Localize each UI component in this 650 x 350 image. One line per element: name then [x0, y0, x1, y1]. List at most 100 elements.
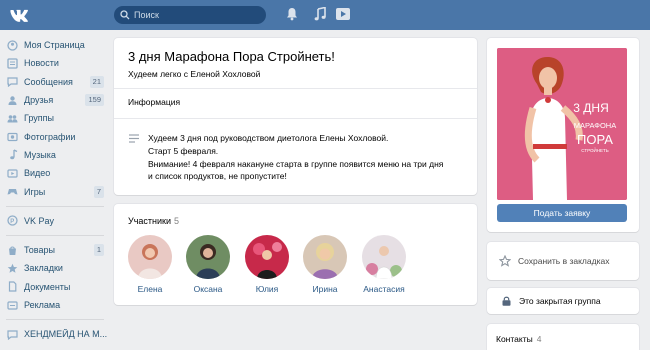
community-icon [6, 328, 18, 340]
contacts-card: Контакты 4 [487, 324, 639, 350]
description-icon [129, 134, 139, 143]
sidebar-item-label: VK Pay [24, 215, 55, 226]
card-divider [114, 88, 477, 89]
search-icon [120, 10, 130, 20]
member-item[interactable]: Оксана [183, 235, 233, 294]
documents-icon [6, 281, 18, 293]
group-description: Худеем 3 дня под руководством диетолога … [148, 132, 488, 183]
games-icon [6, 186, 18, 198]
top-header [0, 0, 650, 30]
sidebar-item-label: Моя Страница [24, 40, 85, 51]
sidebar-item-news[interactable]: Новости [0, 54, 108, 72]
messages-count-badge: 21 [89, 75, 104, 88]
contacts-label: Контакты [496, 334, 533, 344]
members-heading-label: Участники [128, 216, 171, 226]
lock-icon [502, 296, 511, 306]
group-status: Худеем легко с Еленой Хохловой [128, 69, 261, 79]
cover-text-line: МАРАФОНА [574, 121, 616, 130]
goods-icon [6, 244, 18, 256]
music-icon [6, 149, 18, 161]
avatar[interactable] [186, 235, 230, 279]
contacts-count: 4 [536, 334, 542, 344]
svg-text:P: P [10, 219, 14, 225]
contacts-heading[interactable]: Контакты 4 [496, 334, 541, 344]
sidebar-divider [6, 205, 104, 207]
star-icon [6, 262, 18, 274]
sidebar-divider [6, 234, 104, 236]
sidebar-item-label: Музыка [24, 149, 56, 160]
member-name[interactable]: Елена [125, 284, 175, 294]
avatar[interactable] [128, 235, 172, 279]
cover-text-line: ПОРА [577, 132, 613, 147]
member-item[interactable]: Анастасия [359, 235, 409, 294]
sidebar-item-goods[interactable]: Товары 1 [0, 241, 108, 259]
member-item[interactable]: Юлия [242, 235, 292, 294]
avatar[interactable] [362, 235, 406, 279]
member-name[interactable]: Оксана [183, 284, 233, 294]
cover-text-line: СТРОЙНЕТЬ [581, 146, 608, 153]
apply-button[interactable]: Подать заявку [497, 204, 627, 222]
description-line: Внимание! 4 февраля накануне старта в гр… [148, 158, 444, 169]
sidebar-item-bookmarks[interactable]: Закладки [0, 259, 108, 277]
bell-icon[interactable] [286, 7, 298, 21]
video-icon [6, 167, 18, 179]
save-bookmark-label: Сохранить в закладках [518, 256, 610, 266]
sidebar-item-music[interactable]: Музыка [0, 146, 108, 164]
member-name[interactable]: Анастасия [359, 284, 409, 294]
sidebar-item-label: Видео [24, 168, 51, 179]
description-line: Худеем 3 дня под руководством диетолога … [148, 133, 389, 143]
sidebar-item-games[interactable]: Игры 7 [0, 182, 108, 200]
sidebar-item-ads[interactable]: Реклама [0, 296, 108, 314]
home-icon [6, 39, 18, 51]
search-input[interactable] [134, 8, 259, 22]
sidebar-item-label: Группы [24, 113, 54, 124]
sidebar-item-community[interactable]: ХЕНДМЕЙД НА М... [0, 325, 108, 343]
member-item[interactable]: Ирина [300, 235, 350, 294]
sidebar-item-my-page[interactable]: Моя Страница [0, 36, 108, 54]
closed-group-label: Это закрытая группа [519, 296, 601, 306]
sidebar-item-video[interactable]: Видео [0, 164, 108, 182]
sidebar-item-messages[interactable]: Сообщения 21 [0, 73, 108, 91]
vkpay-icon: P [6, 215, 18, 227]
news-icon [6, 57, 18, 69]
info-heading: Информация [128, 97, 181, 107]
description-line: и список продуктов, не пропустите! [148, 171, 287, 182]
vk-logo-icon[interactable] [8, 6, 32, 24]
sidebar-item-photos[interactable]: Фотографии [0, 127, 108, 145]
sidebar-item-friends[interactable]: Друзья 159 [0, 91, 108, 109]
avatar[interactable] [245, 235, 289, 279]
search-box[interactable] [114, 6, 266, 24]
sidebar-item-label: ХЕНДМЕЙД НА М... [24, 329, 108, 340]
sidebar-item-documents[interactable]: Документы [0, 278, 108, 296]
save-bookmark-link[interactable]: Сохранить в закладках [499, 255, 609, 267]
members-heading[interactable]: Участники 5 [128, 216, 179, 226]
member-name[interactable]: Юлия [242, 284, 292, 294]
sidebar-item-label: Закладки [24, 263, 63, 274]
sidebar-divider [6, 319, 104, 321]
members-card: Участники 5 Елена Оксана Юлия Ирина Анаст… [114, 204, 477, 305]
sidebar-item-label: Новости [24, 58, 59, 69]
avatar[interactable] [303, 235, 347, 279]
games-count-badge: 7 [93, 185, 104, 198]
members-count: 5 [174, 216, 180, 226]
sidebar-item-groups[interactable]: Группы [0, 109, 108, 127]
photo-icon [6, 131, 18, 143]
privacy-card: Это закрытая группа [487, 288, 639, 314]
play-icon[interactable] [336, 8, 350, 20]
messages-icon [6, 76, 18, 88]
sidebar-item-label: Фотографии [24, 131, 76, 142]
member-name[interactable]: Ирина [300, 284, 350, 294]
member-item[interactable]: Елена [125, 235, 175, 294]
friends-count-badge: 159 [85, 94, 104, 107]
groups-icon [6, 112, 18, 124]
closed-group-info: Это закрытая группа [499, 296, 601, 306]
music-note-icon[interactable] [314, 7, 326, 21]
description-line: Старт 5 февраля. [148, 145, 219, 156]
group-cover-image[interactable]: 3 ДНЯ МАРАФОНА ПОРА СТРОЙНЕТЬ [497, 48, 627, 200]
left-navigation: Моя Страница Новости Сообщения 21 Друзья… [0, 36, 108, 343]
goods-count-badge: 1 [93, 244, 104, 257]
sidebar-item-label: Реклама [24, 300, 61, 310]
star-outline-icon [499, 255, 511, 267]
card-divider [114, 118, 477, 119]
sidebar-item-vk-pay[interactable]: P VK Pay [0, 212, 108, 230]
